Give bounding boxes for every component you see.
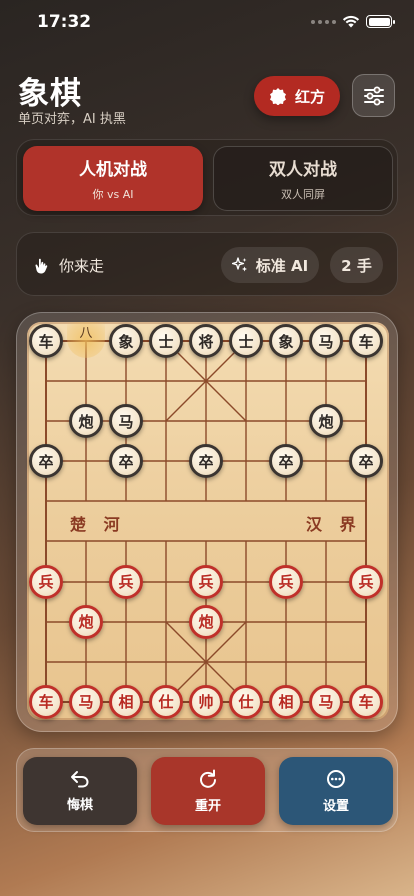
more-icon bbox=[327, 769, 345, 788]
red-piece[interactable]: 仕 bbox=[149, 684, 183, 719]
ai-level-label: 标准 AI bbox=[255, 256, 309, 275]
black-piece[interactable]: 象 bbox=[269, 324, 303, 358]
status-time: 17:32 bbox=[37, 12, 92, 32]
signal-icon bbox=[311, 19, 336, 24]
page-title: 象棋 bbox=[18, 76, 82, 112]
red-piece[interactable]: 马 bbox=[69, 684, 103, 719]
undo-label: 悔棋 bbox=[66, 797, 93, 813]
hand-pointer-icon bbox=[35, 258, 48, 273]
black-piece[interactable]: 马 bbox=[309, 324, 343, 358]
black-piece[interactable]: 象 bbox=[109, 324, 143, 358]
red-piece[interactable]: 相 bbox=[109, 684, 143, 719]
badge-icon bbox=[269, 88, 286, 105]
side-selector-button[interactable]: 红方 bbox=[254, 76, 340, 116]
red-piece[interactable]: 帅 bbox=[189, 684, 223, 719]
mode-subtitle: 你 vs AI bbox=[92, 188, 134, 201]
red-piece[interactable]: 车 bbox=[349, 684, 383, 719]
black-piece[interactable]: 车 bbox=[349, 324, 383, 358]
red-piece[interactable]: 兵 bbox=[269, 564, 303, 599]
river-label-chu: 楚 河 bbox=[70, 515, 126, 534]
red-piece[interactable]: 炮 bbox=[69, 604, 103, 639]
mode-title: 人机对战 bbox=[79, 160, 147, 180]
red-piece[interactable]: 兵 bbox=[109, 564, 143, 599]
restart-icon bbox=[200, 769, 216, 788]
mode-subtitle: 双人同屏 bbox=[281, 188, 325, 201]
filter-settings-button[interactable] bbox=[352, 74, 395, 117]
page-subtitle: 单页对弈，AI 执黑 bbox=[18, 112, 126, 127]
move-count-badge: 2 手 bbox=[330, 247, 383, 283]
action-bar: 悔棋 重开 设置 bbox=[16, 748, 398, 832]
red-piece[interactable]: 相 bbox=[269, 684, 303, 719]
red-piece[interactable]: 兵 bbox=[189, 564, 223, 599]
red-piece[interactable]: 仕 bbox=[229, 684, 263, 719]
red-piece[interactable]: 兵 bbox=[349, 564, 383, 599]
ai-level-button[interactable]: 标准 AI bbox=[221, 247, 319, 283]
red-piece[interactable]: 车 bbox=[29, 684, 63, 719]
mode-selector: 人机对战 你 vs AI 双人对战 双人同屏 bbox=[16, 139, 398, 216]
mode-two-player-button[interactable]: 双人对战 双人同屏 bbox=[213, 146, 393, 211]
settings-label: 设置 bbox=[322, 798, 349, 814]
mode-vs-ai-button[interactable]: 人机对战 你 vs AI bbox=[23, 146, 203, 211]
mode-title: 双人对战 bbox=[269, 160, 337, 180]
red-piece[interactable]: 马 bbox=[309, 684, 343, 719]
black-piece[interactable]: 士 bbox=[229, 324, 263, 358]
red-piece[interactable]: 炮 bbox=[189, 604, 223, 639]
undo-button[interactable]: 悔棋 bbox=[23, 757, 137, 825]
black-piece[interactable]: 士 bbox=[149, 324, 183, 358]
black-piece[interactable]: 马 bbox=[109, 404, 143, 439]
turn-indicator: 你来走 bbox=[33, 255, 104, 276]
status-icons bbox=[311, 15, 395, 28]
restart-button[interactable]: 重开 bbox=[151, 757, 265, 825]
black-piece[interactable]: 将 bbox=[189, 324, 223, 358]
settings-button[interactable]: 设置 bbox=[279, 757, 393, 825]
wifi-icon bbox=[342, 15, 360, 28]
black-piece[interactable]: 车 bbox=[29, 324, 63, 358]
status-bar: 17:32 bbox=[0, 0, 414, 44]
red-piece[interactable]: 兵 bbox=[29, 564, 63, 599]
turn-status-bar: 你来走 标准 AI 2 手 bbox=[16, 232, 398, 296]
battery-icon bbox=[366, 15, 395, 28]
side-label: 红方 bbox=[294, 87, 325, 106]
river-label-han: 汉 界 bbox=[306, 515, 362, 534]
restart-label: 重开 bbox=[194, 798, 221, 814]
undo-icon bbox=[71, 770, 89, 787]
black-piece[interactable]: 炮 bbox=[69, 404, 103, 439]
turn-text: 你来走 bbox=[59, 257, 105, 275]
sparkles-icon bbox=[231, 257, 247, 272]
black-piece[interactable]: 炮 bbox=[309, 404, 343, 439]
sliders-icon bbox=[363, 86, 384, 105]
